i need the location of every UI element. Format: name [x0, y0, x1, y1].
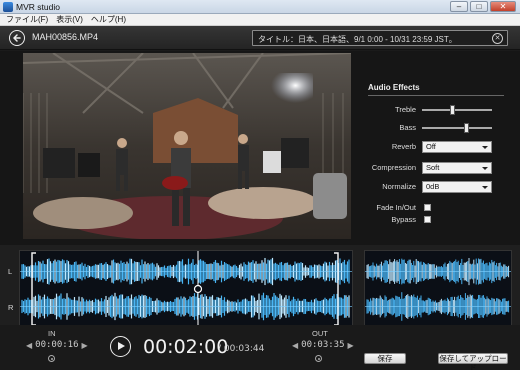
play-button[interactable] — [110, 336, 131, 357]
channel-right-label: R — [8, 303, 14, 312]
treble-slider-thumb[interactable] — [450, 105, 455, 115]
clear-icon[interactable]: ✕ — [492, 33, 503, 44]
reverb-select[interactable]: Off — [422, 141, 492, 153]
treble-slider[interactable] — [422, 105, 492, 115]
save-button[interactable]: 保存 — [364, 353, 406, 364]
save-upload-button[interactable]: 保存してアップロード — [438, 353, 508, 370]
normalize-select[interactable]: 0dB — [422, 181, 492, 193]
transport-bar: IN ◀ 00:00:16 ▶ 00:02:00 / 00:03:44 OUT … — [0, 325, 520, 370]
compression-select[interactable]: Soft — [422, 162, 492, 174]
arrow-left-icon — [13, 34, 21, 42]
fade-label: Fade In/Out — [376, 203, 416, 212]
fade-checkbox[interactable] — [424, 204, 431, 211]
prev-arrow-icon[interactable]: ◀ — [292, 341, 298, 350]
bass-slider-thumb[interactable] — [464, 123, 469, 133]
reverb-row: Reverb Off — [358, 140, 520, 154]
prev-arrow-icon[interactable]: ◀ — [26, 341, 32, 350]
chevron-down-icon — [482, 167, 488, 170]
bypass-row: Bypass — [358, 213, 520, 227]
reverb-label: Reverb — [391, 142, 416, 151]
video-preview[interactable] — [23, 53, 351, 239]
compression-label: Compression — [371, 163, 416, 172]
playhead-handle[interactable] — [193, 284, 203, 294]
waveform-editor[interactable] — [19, 250, 353, 328]
divider — [368, 95, 504, 96]
out-time: 00:03:35 — [301, 340, 345, 350]
in-label: IN — [48, 329, 56, 338]
video-frame — [23, 53, 351, 239]
reverb-value: Off — [426, 142, 436, 151]
waveform-graphic — [20, 251, 352, 327]
menu-bar: ファイル(F) 表示(V) ヘルプ(H) — [0, 14, 520, 26]
filter-text: タイトル：日本、日本語、9/1 0:00 - 10/31 23:59 JST。 — [258, 35, 457, 44]
normalize-row: Normalize 0dB — [358, 180, 520, 194]
bypass-checkbox[interactable] — [424, 216, 431, 223]
app-icon — [3, 2, 13, 12]
total-time: / 00:03:44 — [218, 344, 265, 354]
window-titlebar: MVR studio – □ ✕ — [0, 0, 520, 14]
out-point-control: ◀ 00:03:35 ▶ — [292, 338, 354, 352]
main-area: Audio Effects Treble Bass Reverb Off Com… — [0, 51, 520, 245]
menu-file[interactable]: ファイル(F) — [6, 14, 48, 25]
waveform-overview-graphic — [365, 257, 511, 321]
bass-slider[interactable] — [422, 123, 492, 133]
menu-help[interactable]: ヘルプ(H) — [91, 14, 126, 25]
effects-title: Audio Effects — [368, 83, 420, 92]
set-in-point-icon[interactable] — [48, 355, 55, 362]
close-button[interactable]: ✕ — [490, 1, 516, 12]
file-name: MAH00856.MP4 — [32, 32, 99, 42]
window-title: MVR studio — [16, 2, 60, 12]
compression-value: Soft — [426, 163, 440, 172]
waveform-area: L R — [0, 245, 520, 328]
compression-row: Compression Soft — [358, 161, 520, 175]
bypass-label: Bypass — [391, 215, 416, 224]
treble-label: Treble — [395, 105, 416, 114]
chevron-down-icon — [482, 146, 488, 149]
normalize-label: Normalize — [382, 182, 416, 191]
bass-label: Bass — [399, 123, 416, 132]
next-arrow-icon[interactable]: ▶ — [82, 341, 88, 350]
current-time: 00:02:00 — [143, 336, 229, 358]
back-button[interactable] — [9, 30, 25, 46]
next-arrow-icon[interactable]: ▶ — [348, 341, 354, 350]
filter-field[interactable]: タイトル：日本、日本語、9/1 0:00 - 10/31 23:59 JST。 … — [252, 30, 508, 46]
bass-row: Bass — [358, 121, 520, 135]
maximize-button[interactable]: □ — [470, 1, 488, 12]
minimize-button[interactable]: – — [450, 1, 468, 12]
audio-effects-panel: Audio Effects Treble Bass Reverb Off Com… — [358, 51, 520, 245]
set-out-point-icon[interactable] — [315, 355, 322, 362]
in-point-control: ◀ 00:00:16 ▶ — [26, 338, 88, 352]
treble-row: Treble — [358, 103, 520, 117]
waveform-overview[interactable] — [364, 250, 512, 328]
normalize-value: 0dB — [426, 182, 440, 191]
menu-view[interactable]: 表示(V) — [56, 14, 83, 25]
out-label: OUT — [312, 329, 328, 338]
channel-left-label: L — [8, 267, 13, 276]
header-bar: MAH00856.MP4 タイトル：日本、日本語、9/1 0:00 - 10/3… — [0, 26, 520, 50]
chevron-down-icon — [482, 186, 488, 189]
in-time: 00:00:16 — [35, 340, 79, 350]
